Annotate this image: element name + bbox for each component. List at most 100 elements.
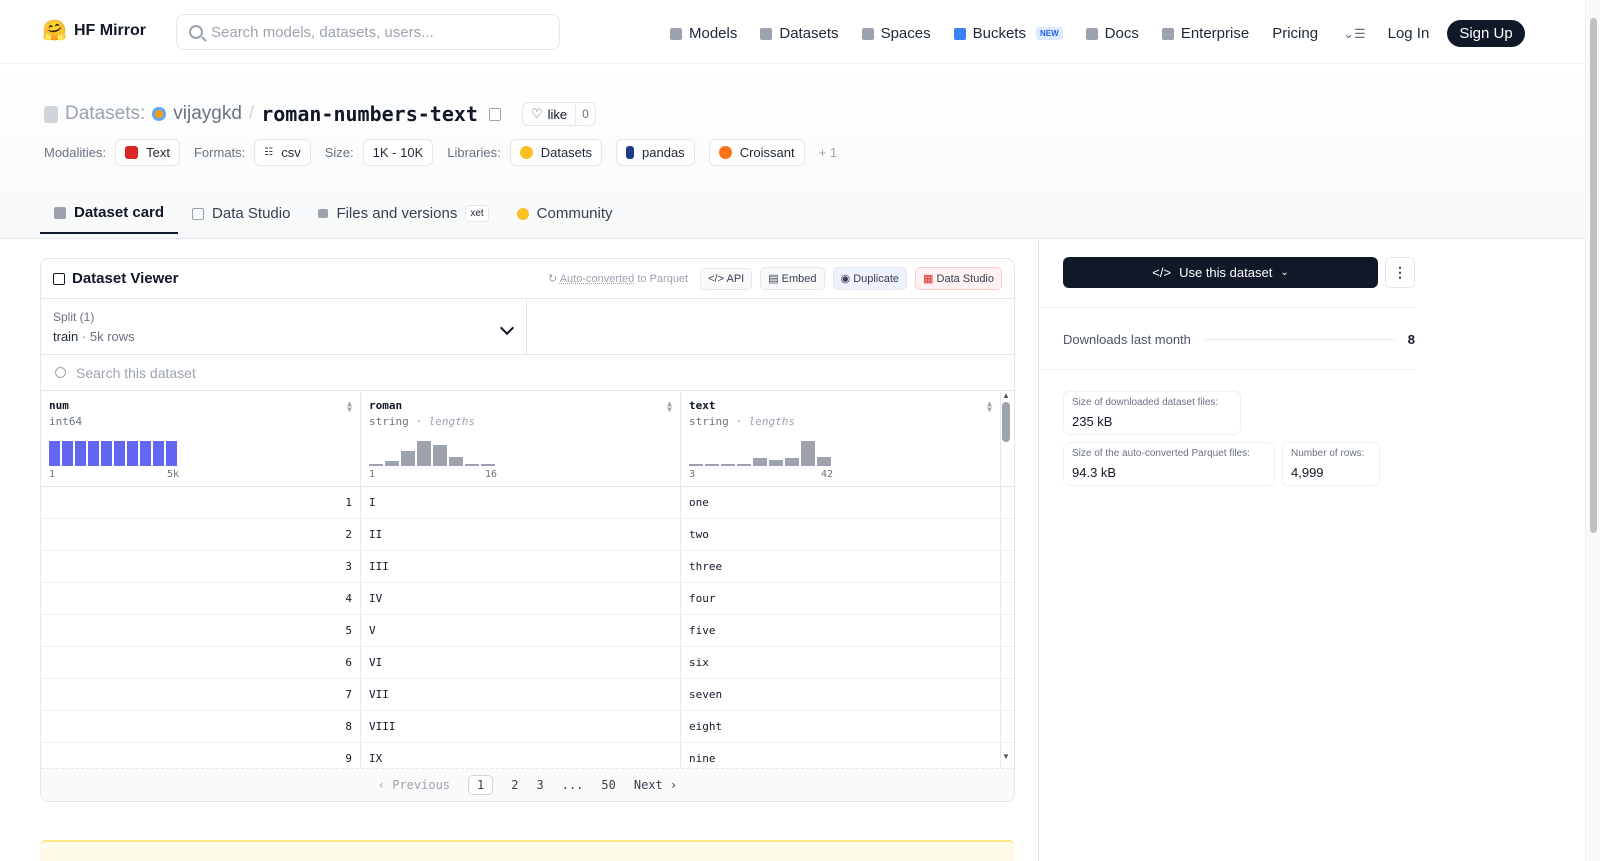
table-row[interactable]: 4 IV four (41, 583, 1014, 615)
histogram-bar[interactable] (705, 464, 719, 466)
nav-enterprise[interactable]: Enterprise (1161, 25, 1249, 42)
table-cell-text[interactable]: one (681, 487, 1001, 518)
data-studio-button[interactable]: ▦ Data Studio (915, 267, 1002, 290)
table-cell-text[interactable]: six (681, 647, 1001, 678)
table-row[interactable]: 5 Vfive (41, 615, 1014, 647)
histogram-bar[interactable] (153, 441, 164, 466)
table-cell-num[interactable]: 4 (41, 583, 361, 614)
tab-dataset-card[interactable]: Dataset card (40, 193, 179, 234)
page-2-button[interactable]: 2 (511, 778, 518, 792)
tab-files-and-versions[interactable]: Files and versions xet (304, 193, 502, 234)
more-menu-icon[interactable]: ⌄☰ (1343, 26, 1366, 42)
table-cell-text[interactable]: four (681, 583, 1001, 614)
more-libraries[interactable]: + 1 (819, 145, 837, 160)
table-row[interactable]: 2 II two (41, 519, 1014, 551)
page-1-button[interactable]: 1 (468, 775, 494, 795)
histogram-bar[interactable] (689, 464, 703, 466)
histogram-bar[interactable] (769, 460, 783, 466)
size-chip[interactable]: 1K - 10K (362, 139, 434, 166)
table-row[interactable]: 6 VI six (41, 647, 1014, 679)
table-cell-num[interactable]: 7 (41, 679, 361, 710)
table-cell-roman[interactable]: IX (361, 743, 681, 767)
table-row[interactable]: 8 VIII eight (41, 711, 1014, 743)
histogram-bar[interactable] (465, 464, 479, 466)
table-cell-roman[interactable]: V (361, 615, 681, 646)
table-row[interactable]: 7 VII seven (41, 679, 1014, 711)
repo-name[interactable]: roman-numbers-text (261, 102, 478, 126)
nav-docs[interactable]: Docs (1085, 25, 1139, 42)
library-chip-croissant[interactable]: Croissant (708, 139, 805, 166)
column-header-num[interactable]: num int64 ▲ ▼ 1 5k (41, 391, 361, 486)
column-header-roman[interactable]: roman string · lengths ▲ ▼ 1 16 (361, 391, 681, 486)
tab-community[interactable]: Community (503, 193, 627, 234)
table-cell-text[interactable]: five (681, 615, 1001, 646)
histogram-bar[interactable] (49, 441, 60, 466)
sort-icon[interactable]: ▲ ▼ (347, 400, 352, 414)
signup-button[interactable]: Sign Up (1447, 20, 1525, 47)
page-50-button[interactable]: 50 (601, 778, 615, 792)
nav-models[interactable]: Models (670, 25, 737, 42)
histogram-bar[interactable] (75, 441, 86, 466)
scroll-up-icon[interactable]: ▲ (1000, 391, 1012, 400)
sort-icon[interactable]: ▲ ▼ (667, 400, 672, 414)
dataset-search-input[interactable]: Search this dataset (41, 355, 1014, 391)
histogram-bar[interactable] (481, 464, 495, 466)
library-chip-pandas[interactable]: pandas (616, 139, 695, 166)
table-cell-text[interactable]: nine (681, 743, 1001, 767)
global-search-input[interactable]: Search models, datasets, users... (176, 14, 560, 50)
histogram-bar[interactable] (369, 464, 383, 466)
split-selector[interactable]: Split (1) train · 5k rows (41, 299, 527, 354)
table-cell-num[interactable]: 3 (41, 551, 361, 582)
api-button[interactable]: </> API (700, 267, 753, 290)
page-scroll-thumb[interactable] (1590, 18, 1597, 533)
histogram-bar[interactable] (801, 441, 815, 466)
table-cell-text[interactable]: three (681, 551, 1001, 582)
more-options-button[interactable]: ⋮ (1385, 257, 1415, 288)
like-button[interactable]: ♡ like 0 (521, 102, 596, 126)
library-chip-datasets[interactable]: Datasets (509, 139, 603, 166)
table-row[interactable]: 3 III three (41, 551, 1014, 583)
histogram-bar[interactable] (449, 457, 463, 466)
next-page-button[interactable]: Next › (634, 778, 677, 792)
use-dataset-button[interactable]: </> Use this dataset ⌄ (1063, 257, 1378, 288)
table-cell-roman[interactable]: I (361, 487, 681, 518)
histogram-bar[interactable] (417, 441, 431, 466)
table-cell-num[interactable]: 9 (41, 743, 361, 767)
histogram-bar[interactable] (753, 458, 767, 466)
histogram-bar[interactable] (385, 461, 399, 466)
histogram-bar[interactable] (433, 445, 447, 466)
histogram-bar[interactable] (737, 464, 751, 466)
tab-data-studio[interactable]: Data Studio (178, 193, 304, 234)
table-cell-text[interactable]: seven (681, 679, 1001, 710)
table-cell-roman[interactable]: III (361, 551, 681, 582)
nav-spaces[interactable]: Spaces (861, 25, 931, 42)
histogram-bar[interactable] (88, 441, 99, 466)
nav-pricing[interactable]: Pricing (1272, 25, 1318, 42)
table-cell-text[interactable]: two (681, 519, 1001, 550)
embed-button[interactable]: ▤ Embed (760, 267, 825, 290)
table-cell-num[interactable]: 6 (41, 647, 361, 678)
copy-icon[interactable] (488, 107, 501, 121)
histogram-bar[interactable] (114, 441, 125, 466)
modality-chip-text[interactable]: Text (115, 139, 180, 166)
histogram-bar[interactable] (62, 441, 73, 466)
brand-logo[interactable]: 🤗 HF Mirror (42, 19, 146, 43)
login-link[interactable]: Log In (1388, 25, 1430, 42)
scroll-down-icon[interactable]: ▼ (1002, 752, 1010, 761)
page-scrollbar[interactable] (1585, 0, 1600, 861)
histogram-bar[interactable] (140, 441, 151, 466)
previous-page-button[interactable]: ‹ Previous (378, 778, 450, 792)
table-cell-roman[interactable]: VI (361, 647, 681, 678)
table-cell-num[interactable]: 2 (41, 519, 361, 550)
histogram-bar[interactable] (101, 441, 112, 466)
table-cell-num[interactable]: 8 (41, 711, 361, 742)
histogram-bar[interactable] (817, 457, 831, 466)
histogram-bar[interactable] (785, 458, 799, 466)
table-scrollbar[interactable]: ▲ ▼ (1000, 391, 1012, 767)
format-chip-csv[interactable]: ☷ csv (254, 139, 311, 166)
nav-datasets[interactable]: Datasets (760, 25, 839, 42)
table-cell-roman[interactable]: IV (361, 583, 681, 614)
table-row[interactable]: 1 Ione (41, 487, 1014, 519)
histogram-bar[interactable] (721, 464, 735, 466)
table-cell-num[interactable]: 5 (41, 615, 361, 646)
